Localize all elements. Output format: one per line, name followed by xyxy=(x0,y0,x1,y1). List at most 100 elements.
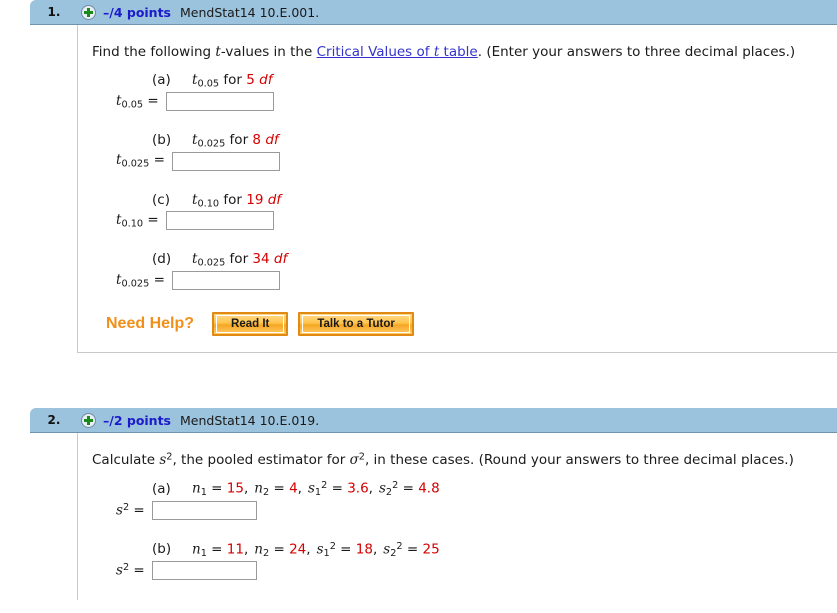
question-2-part-a: (a) n1 = 15, n2 = 4, s12 = 3.6, s22 = 4.8 s… xyxy=(92,480,837,520)
q2b-n1-sub: 1 xyxy=(200,547,207,559)
question-1-body: Find the following t-values in the Criti… xyxy=(77,25,837,354)
prompt2-cases: , in these cases. xyxy=(364,452,475,469)
part-a-df-unit: df xyxy=(259,72,273,89)
part-c-answer-input[interactable] xyxy=(165,211,274,231)
critical-values-table-link[interactable]: Critical Values of t table xyxy=(317,44,478,60)
q2b-s1-value: 18 xyxy=(355,541,373,558)
q2-part-a-statement: (a) n1 = 15, n2 = 4, s12 = 3.6, s22 = 4.8 xyxy=(152,480,837,498)
q2a-s2-value: 4.8 xyxy=(418,480,440,497)
talk-to-a-tutor-button[interactable]: Talk to a Tutor xyxy=(298,312,414,337)
q2-part-a-label: (a) xyxy=(152,480,171,497)
plus-circle-icon[interactable] xyxy=(81,412,96,428)
q2b-s2-exp: 2 xyxy=(396,540,403,552)
q2a-n2-sub: 2 xyxy=(262,487,270,499)
part-c-statement: (c) t0.10 for 19 df xyxy=(152,192,837,210)
prompt2-instruction: (Round your answers to three decimal pla… xyxy=(474,452,794,469)
q2b-n2-value: 24 xyxy=(289,541,307,558)
part-b-t-sub: 0.025 xyxy=(197,138,226,150)
question-1-number: 1. xyxy=(47,5,61,19)
part-b-answer-sub: 0.025 xyxy=(121,159,150,171)
q2b-answer-var: s xyxy=(116,562,123,579)
part-d-label: (d) xyxy=(152,251,172,268)
prompt-text-before: Find the following xyxy=(92,44,216,60)
question-1-code: MendStat14 10.E.001. xyxy=(180,4,320,20)
part-d-t-sub: 0.025 xyxy=(197,258,226,270)
q2a-equals: = xyxy=(133,502,145,519)
question-2-number: 2. xyxy=(47,413,61,428)
part-b-expression: t0.025 for 8 df xyxy=(192,132,279,150)
part-b-answer-input[interactable] xyxy=(171,151,280,171)
question-1-part-a: (a) t0.05 for 5 df t0.05 = xyxy=(92,72,837,111)
plus-circle-icon[interactable] xyxy=(81,4,96,20)
part-a-df-value: 5 xyxy=(246,72,255,89)
q2-part-a-answer-row: s2 = xyxy=(116,500,837,520)
q2b-s1-exp: 2 xyxy=(329,540,336,552)
part-b-answer-label: t0.025 = xyxy=(116,152,165,170)
part-a-expression: t0.05 for 5 df xyxy=(192,72,272,90)
part-c-answer-label: t0.10 = xyxy=(116,212,159,230)
need-help-section: Need Help? Read It Talk to a Tutor xyxy=(106,312,837,337)
q2b-answer-exp: 2 xyxy=(122,562,130,574)
link-text-pre: Critical Values of xyxy=(316,44,434,60)
question-2-part-b: (b) n1 = 11, n2 = 24, s12 = 18, s22 = 25 s2… xyxy=(92,541,837,580)
part-c-label: (c) xyxy=(152,191,170,208)
question-2-code: MendStat14 10.E.019. xyxy=(180,412,320,428)
part-d-df-unit: df xyxy=(273,251,288,268)
part-b-label: (b) xyxy=(152,131,172,148)
part-d-answer-input[interactable] xyxy=(171,271,280,291)
q2a-n1-var: n xyxy=(192,480,201,497)
part-a-equals: = xyxy=(147,92,159,109)
q2a-s2-exp: 2 xyxy=(392,480,399,492)
question-1-part-c: (c) t0.10 for 19 df t0.10 = xyxy=(92,192,837,231)
part-a-answer-sub: 0.05 xyxy=(121,99,144,111)
question-2-body: Calculate s2, the pooled estimator for σ… xyxy=(77,433,837,600)
part-a-answer-label: t0.05 = xyxy=(116,93,159,111)
question-1-part-d: (d) t0.025 for 34 df t0.025 = xyxy=(92,251,837,291)
question-spacer xyxy=(0,353,837,408)
part-b-df-value: 8 xyxy=(252,131,262,148)
part-a-answer-row: t0.05 = xyxy=(116,91,837,111)
part-c-df-unit: df xyxy=(267,191,282,208)
q2-part-b-expression: n1 = 11, n2 = 24, s12 = 18, s22 = 25 xyxy=(192,540,440,559)
prompt2-calc: Calculate xyxy=(92,452,160,469)
q2-part-b-statement: (b) n1 = 11, n2 = 24, s12 = 18, s22 = 25 xyxy=(152,541,837,559)
q2b-s2-value: 25 xyxy=(422,541,440,558)
q2a-s1-exp: 2 xyxy=(321,480,328,492)
part-c-t-sub: 0.10 xyxy=(197,198,220,210)
question-1-prompt: Find the following t-values in the Criti… xyxy=(92,42,837,62)
part-b-answer-row: t0.025 = xyxy=(116,151,837,171)
question-1-part-b: (b) t0.025 for 8 df t0.025 = xyxy=(92,132,837,171)
part-d-expression: t0.025 for 34 df xyxy=(192,251,287,269)
question-1-header: 1. –/4 points MendStat14 10.E.001. xyxy=(30,0,837,25)
part-b-for-text: for xyxy=(225,131,253,148)
part-b-statement: (b) t0.025 for 8 df xyxy=(152,132,837,150)
part-c-answer-sub: 0.10 xyxy=(121,218,144,230)
part-a-for-text: for xyxy=(219,72,247,89)
link-text-post: table xyxy=(439,44,478,60)
part-c-answer-row: t0.10 = xyxy=(116,211,837,231)
part-c-expression: t0.10 for 19 df xyxy=(192,192,281,210)
q2b-n2-var: n xyxy=(254,541,263,558)
read-it-button[interactable]: Read It xyxy=(212,312,289,337)
q2a-n1-sub: 1 xyxy=(200,487,207,499)
q2-part-a-answer-label: s2 = xyxy=(116,502,145,518)
q2-part-b-answer-row: s2 = xyxy=(116,560,837,580)
q2a-s2-var: s xyxy=(378,480,386,497)
q2a-n2-var: n xyxy=(254,480,263,497)
part-d-df-value: 34 xyxy=(252,251,270,268)
prompt-instruction: (Enter your answers to three decimal pla… xyxy=(482,44,796,60)
question-2-points: –/2 points xyxy=(103,412,171,428)
part-a-answer-input[interactable] xyxy=(165,91,274,111)
q2-part-b-answer-input[interactable] xyxy=(151,560,257,580)
part-b-equals: = xyxy=(153,152,165,169)
part-c-df-value: 19 xyxy=(246,191,264,208)
part-c-equals: = xyxy=(147,212,159,229)
part-a-t-sub: 0.05 xyxy=(197,78,220,90)
part-d-answer-row: t0.025 = xyxy=(116,271,837,291)
q2-part-a-answer-input[interactable] xyxy=(151,500,257,520)
part-d-equals: = xyxy=(153,271,165,288)
q2a-s1-var: s xyxy=(307,480,315,497)
question-2-header: 2. –/2 points MendStat14 10.E.019. xyxy=(30,408,837,434)
q2b-equals: = xyxy=(133,562,145,579)
part-b-df-unit: df xyxy=(265,131,279,148)
